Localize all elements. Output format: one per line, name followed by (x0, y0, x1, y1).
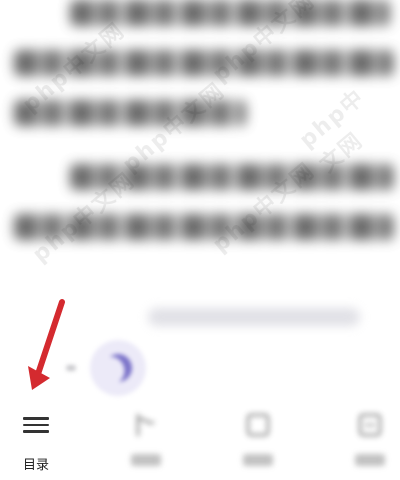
moon-icon (100, 350, 136, 386)
chapter-text-area: php中文网 php中文网 php中文网 php中文网 php中文网 php中文… (0, 0, 400, 270)
settings-icon (355, 410, 385, 440)
night-mode-button[interactable] (90, 340, 146, 396)
tab-progress[interactable] (116, 410, 176, 474)
chapter-progress-hint (148, 308, 360, 326)
tab-label (355, 454, 385, 466)
tab-font[interactable] (228, 410, 288, 474)
tab-settings[interactable] (340, 410, 400, 474)
tab-label (243, 454, 273, 466)
tab-label (131, 454, 161, 466)
tab-table-of-contents[interactable]: 目录 (6, 410, 66, 474)
tab-label: 目录 (22, 458, 49, 473)
progress-icon (131, 410, 161, 440)
red-arrow-indicator (28, 299, 65, 390)
reader-bottom-toolbar: 目录 (0, 400, 400, 480)
menu-icon (21, 410, 51, 440)
font-icon (243, 410, 273, 440)
watermark: php中文网 (118, 78, 231, 178)
